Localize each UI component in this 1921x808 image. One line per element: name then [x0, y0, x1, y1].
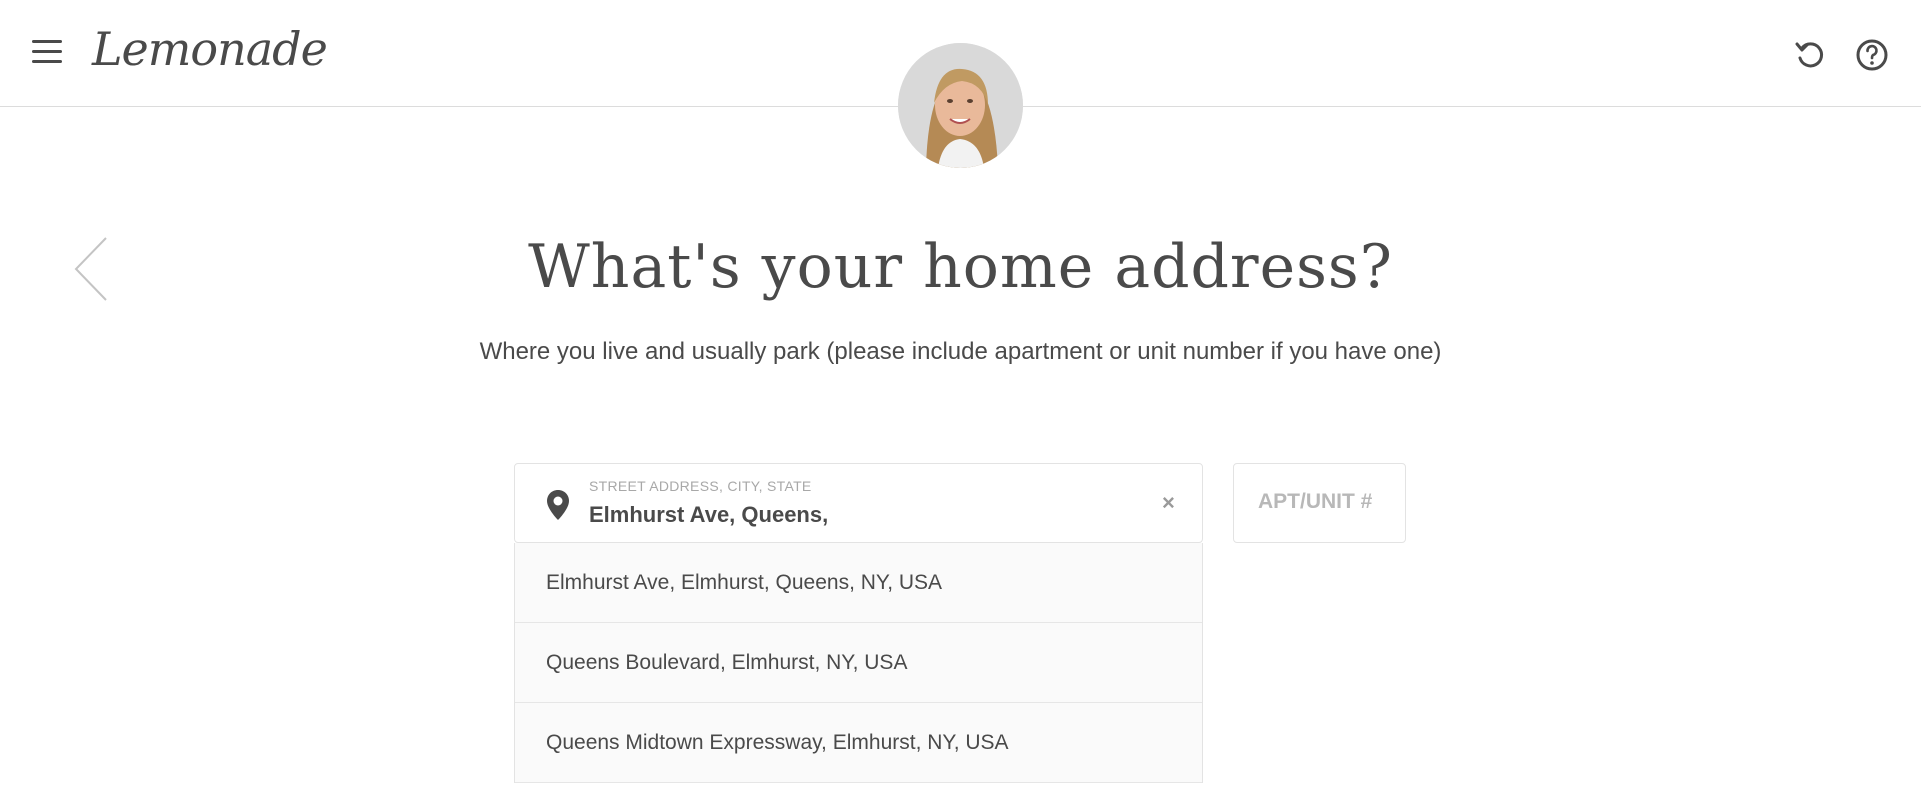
page-title: What's your home address?	[528, 232, 1393, 302]
help-icon[interactable]	[1855, 38, 1889, 72]
address-field[interactable]: STREET ADDRESS, CITY, STATE ×	[514, 463, 1203, 543]
suggestion-item[interactable]: Elmhurst Ave, Elmhurst, Queens, NY, USA	[515, 543, 1202, 623]
assistant-avatar	[898, 43, 1023, 168]
address-field-label: STREET ADDRESS, CITY, STATE	[589, 478, 812, 494]
address-input[interactable]	[589, 502, 1149, 528]
apt-unit-field[interactable]	[1233, 463, 1406, 543]
page-subtitle: Where you live and usually park (please …	[479, 338, 1442, 365]
undo-icon[interactable]	[1793, 38, 1827, 72]
lemonade-logo[interactable]: Lemonade	[92, 22, 328, 76]
hamburger-menu-icon[interactable]	[32, 40, 62, 64]
suggestion-item[interactable]: Queens Boulevard, Elmhurst, NY, USA	[515, 623, 1202, 703]
suggestion-item[interactable]: Queens Midtown Expressway, Elmhurst, NY,…	[515, 703, 1202, 783]
address-suggestions-list: Elmhurst Ave, Elmhurst, Queens, NY, USA …	[514, 543, 1203, 783]
clear-icon[interactable]: ×	[1162, 490, 1175, 516]
apt-unit-input[interactable]	[1258, 490, 1388, 514]
location-pin-icon	[547, 490, 569, 520]
